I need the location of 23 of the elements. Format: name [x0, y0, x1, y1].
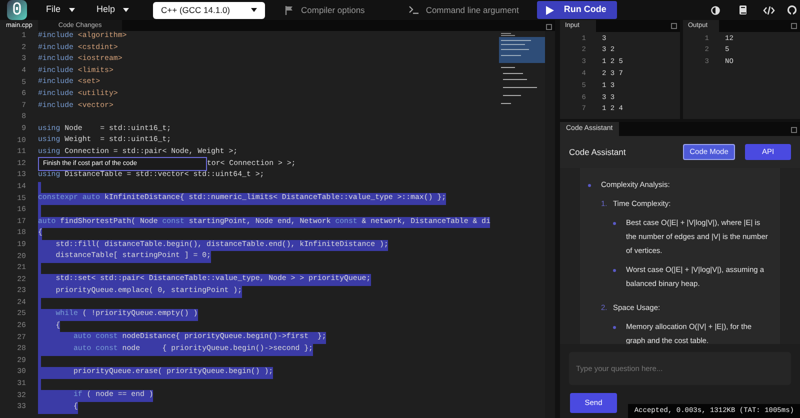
caret-icon: [123, 8, 130, 12]
compiler-options-button[interactable]: Compiler options: [285, 4, 365, 16]
app-logo-icon[interactable]: [6, 0, 28, 20]
panel-title: Code Assistant: [569, 146, 626, 158]
menu-item[interactable]: Help: [96, 3, 130, 17]
command-line-button[interactable]: Command line argument: [408, 4, 519, 16]
scrollbar[interactable]: [545, 31, 555, 418]
language-dropdown[interactable]: C++ (GCC 14.1.0): [153, 2, 266, 18]
circle-icon[interactable]: [787, 5, 797, 15]
play-icon: [546, 6, 554, 14]
maximize-icon[interactable]: [791, 127, 797, 133]
caret-icon: [68, 8, 75, 12]
code-icon[interactable]: [763, 6, 775, 14]
maximize-icon[interactable]: [546, 24, 552, 30]
maximize-icon[interactable]: [791, 23, 797, 29]
run-code-button[interactable]: Run Code: [536, 1, 617, 19]
contrast-icon[interactable]: [711, 6, 720, 14]
terminal-icon: [408, 6, 419, 14]
menu-item[interactable]: File: [46, 3, 75, 17]
maximize-icon[interactable]: [671, 23, 677, 29]
caret-icon: [251, 8, 258, 12]
book-icon[interactable]: [739, 5, 747, 15]
flag-icon: [285, 6, 294, 14]
